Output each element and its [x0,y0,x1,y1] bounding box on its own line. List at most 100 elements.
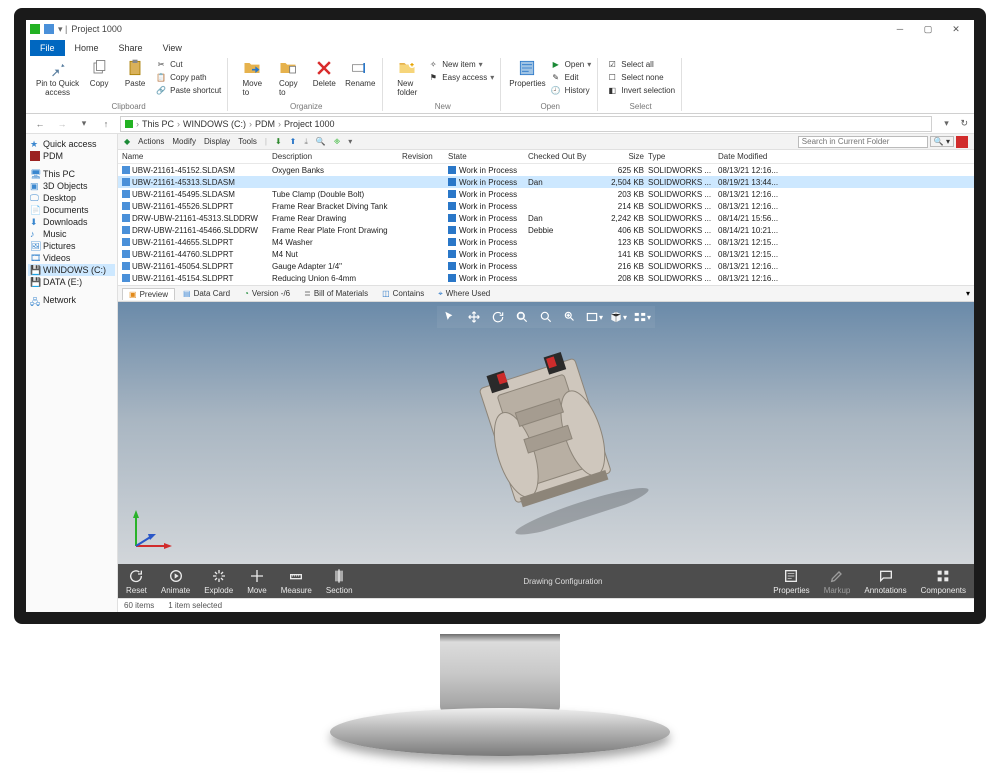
bb-animate-button[interactable]: Animate [161,568,190,595]
pdm-tool-checkout-icon[interactable]: ⬇ [275,137,282,146]
pv-configurations-button[interactable]: ▾ [633,308,651,326]
alert-icon[interactable] [956,136,968,148]
pdm-tool-get-icon[interactable]: ⤓ [304,137,308,147]
pdm-tool-lock-icon[interactable]: 🞜 [334,137,340,147]
sidebar-item-windows-c[interactable]: 💾WINDOWS (C:) [28,264,115,276]
select-none-button[interactable]: ☐Select none [606,71,675,83]
tab-home[interactable]: Home [65,40,109,56]
tabs-collapse-icon[interactable]: ▾ [966,289,970,298]
sidebar-item-downloads[interactable]: ⬇Downloads [28,216,115,228]
bb-explode-button[interactable]: Explode [204,568,233,595]
rename-button[interactable]: Rename [344,58,376,88]
select-all-button[interactable]: ☑Select all [606,58,675,70]
bb-section-button[interactable]: Section [326,568,353,595]
pdm-tool-search-icon[interactable]: 🔍 [316,137,326,146]
tab-contains[interactable]: ◫Contains [376,288,430,299]
open-button[interactable]: ▶Open ▾ [550,58,592,70]
pin-to-quick-access-button[interactable]: Pin to Quick access [36,58,79,97]
file-row[interactable]: UBW-21161-45054.SLDPRTGauge Adapter 1/4"… [118,260,974,272]
pv-zoom-button[interactable] [537,308,555,326]
forward-button[interactable]: → [54,119,70,129]
sidebar-item-pictures[interactable]: 🖼Pictures [28,240,115,252]
sidebar-item-pdm[interactable]: PDM [28,150,115,162]
easy-access-button[interactable]: ⚑Easy access ▾ [427,71,494,83]
cut-button[interactable]: ✂Cut [155,58,221,70]
pdm-menu-tools[interactable]: Tools [238,137,257,146]
sidebar-item-documents[interactable]: 📄Documents [28,204,115,216]
down-caret-icon[interactable]: ▾ | [58,24,67,35]
tab-share[interactable]: Share [109,40,153,56]
col-checkedout[interactable]: Checked Out By [528,152,600,161]
pv-pan-button[interactable] [465,308,483,326]
refresh-button[interactable]: ↻ [960,118,968,129]
new-item-button[interactable]: ✧New item ▾ [427,58,494,70]
tab-whereused[interactable]: ⌖Where Used [432,288,496,300]
bb-components-button[interactable]: Components [921,568,966,595]
bb-markup-button[interactable]: Markup [824,568,851,595]
tab-view[interactable]: View [153,40,192,56]
file-row[interactable]: UBW-21161-45526.SLDPRTFrame Rear Bracket… [118,200,974,212]
breadcrumb[interactable]: › This PC› WINDOWS (C:)› PDM› Project 10… [120,116,932,132]
pv-zoom-window-button[interactable] [561,308,579,326]
file-row[interactable]: UBW-21161-44760.SLDPRTM4 NutWork in Proc… [118,248,974,260]
search-input[interactable] [798,136,928,148]
pdm-tool-more[interactable]: ▾ [348,137,352,146]
sidebar-item-music[interactable]: ♪Music [28,228,115,240]
invert-selection-button[interactable]: ◧Invert selection [606,84,675,96]
bb-move-button[interactable]: Move [247,568,267,595]
copy-to-button[interactable]: Copy to [272,58,304,97]
tab-file[interactable]: File [30,40,65,56]
sidebar-item-videos[interactable]: 🎞Videos [28,252,115,264]
tab-version[interactable]: ◔Version -/6 [238,288,296,299]
col-revision[interactable]: Revision [402,152,448,161]
bb-measure-button[interactable]: Measure [281,568,312,595]
col-state[interactable]: State [448,152,528,161]
copy-button[interactable]: Copy [83,58,115,88]
edit-button[interactable]: ✎Edit [550,71,592,83]
delete-button[interactable]: Delete [308,58,340,88]
paste-button[interactable]: Paste [119,58,151,88]
file-row[interactable]: DRW-UBW-21161-45313.SLDDRWFrame Rear Dra… [118,212,974,224]
pv-rotate-button[interactable] [489,308,507,326]
tab-bom[interactable]: ≣Bill of Materials [298,288,374,299]
sidebar-item-thispc[interactable]: 🖥This PC [28,168,115,180]
pdm-tool-checkin-icon[interactable]: ⬆ [290,137,297,146]
pdm-menu-display[interactable]: Display [204,137,230,146]
preview-viewport[interactable]: ▾ ▾ ▾ [118,302,974,564]
col-size[interactable]: Size [600,152,648,161]
col-description[interactable]: Description [272,152,402,161]
bb-reset-button[interactable]: Reset [126,568,147,595]
history-button[interactable]: 🕘History [550,84,592,96]
pv-select-button[interactable] [441,308,459,326]
tab-datacard[interactable]: ▤Data Card [177,288,236,299]
pv-zoom-to-fit-button[interactable] [513,308,531,326]
properties-button[interactable]: Properties [509,58,545,88]
pdm-menu-actions[interactable]: Actions [138,137,164,146]
pdm-menu-modify[interactable]: Modify [172,137,196,146]
back-button[interactable]: ← [32,119,48,129]
up-button[interactable]: ↑ [98,119,114,129]
sidebar-item-3dobjects[interactable]: ▣3D Objects [28,180,115,192]
move-to-button[interactable]: Move to [236,58,268,97]
paste-shortcut-button[interactable]: 🔗Paste shortcut [155,84,221,96]
close-button[interactable]: ✕ [942,21,970,37]
file-row[interactable]: UBW-21161-44655.SLDPRTM4 WasherWork in P… [118,236,974,248]
sidebar-item-data-e[interactable]: 💾DATA (E:) [28,276,115,288]
bb-properties-button[interactable]: Properties [773,568,809,595]
search-button[interactable]: 🔍 ▾ [930,136,954,147]
maximize-button[interactable]: ▢ [914,21,942,37]
sidebar-item-desktop[interactable]: 🖵Desktop [28,192,115,204]
file-row[interactable]: DRW-UBW-21161-45466.SLDDRWFrame Rear Pla… [118,224,974,236]
col-name[interactable]: Name [122,152,272,161]
file-row[interactable]: UBW-21161-45313.SLDASMWork in ProcessDan… [118,176,974,188]
col-type[interactable]: Type [648,152,718,161]
pdm-tool-icon[interactable]: ◆ [124,137,130,146]
tab-preview[interactable]: ▣Preview [122,288,175,300]
sidebar-item-network[interactable]: 🖧Network [28,294,115,306]
file-row[interactable]: UBW-21161-45152.SLDASMOxygen BanksWork i… [118,164,974,176]
bb-annotations-button[interactable]: Annotations [864,568,906,595]
history-dropdown[interactable]: ▾ [76,118,92,129]
col-modified[interactable]: Date Modified [718,152,808,161]
file-row[interactable]: UBW-21161-45495.SLDASMTube Clamp (Double… [118,188,974,200]
sidebar-item-quick-access[interactable]: ★Quick access [28,138,115,150]
